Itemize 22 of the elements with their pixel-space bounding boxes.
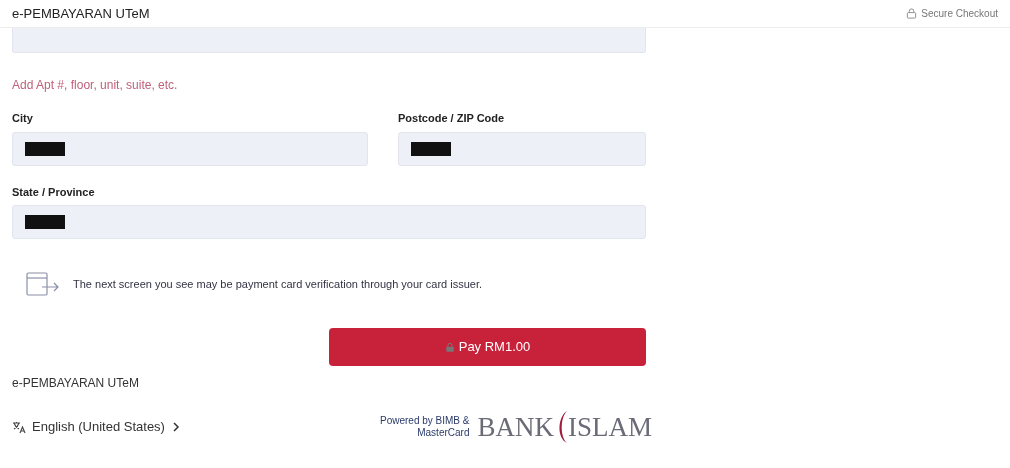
field-label: State / Province xyxy=(12,184,96,200)
chevron-right-icon xyxy=(170,422,180,432)
powered-by-text: Powered by BIMB & xyxy=(380,415,470,427)
site-title: e-PEMBAYARAN UTeM xyxy=(12,4,150,23)
input-field[interactable] xyxy=(398,131,646,166)
input-field[interactable] xyxy=(12,205,646,239)
pay-button[interactable]: Pay RM1.00 xyxy=(329,328,646,366)
lock-icon xyxy=(444,341,455,353)
field-label: City xyxy=(12,111,34,126)
verification-notice: The next screen you see may be payment card verification through your card issuer. xyxy=(73,276,483,292)
language-selector[interactable]: English (United States) xyxy=(12,417,180,437)
field-label: Postcode / ZIP Code xyxy=(398,111,506,126)
input-field[interactable] xyxy=(12,131,368,166)
bank-logo: BANK ISLAM xyxy=(477,410,652,444)
address-field[interactable] xyxy=(12,28,646,53)
powered-by-text: MasterCard xyxy=(417,427,470,439)
card-redirect-icon xyxy=(26,271,60,297)
secure-checkout-label: Secure Checkout xyxy=(921,7,998,21)
merchant-name: e-PEMBAYARAN UTeM xyxy=(12,375,140,392)
add-apartment-link[interactable]: Add Apt #, floor, unit, suite, etc. xyxy=(12,76,646,94)
translate-icon xyxy=(12,420,26,434)
lock-icon xyxy=(906,8,918,19)
